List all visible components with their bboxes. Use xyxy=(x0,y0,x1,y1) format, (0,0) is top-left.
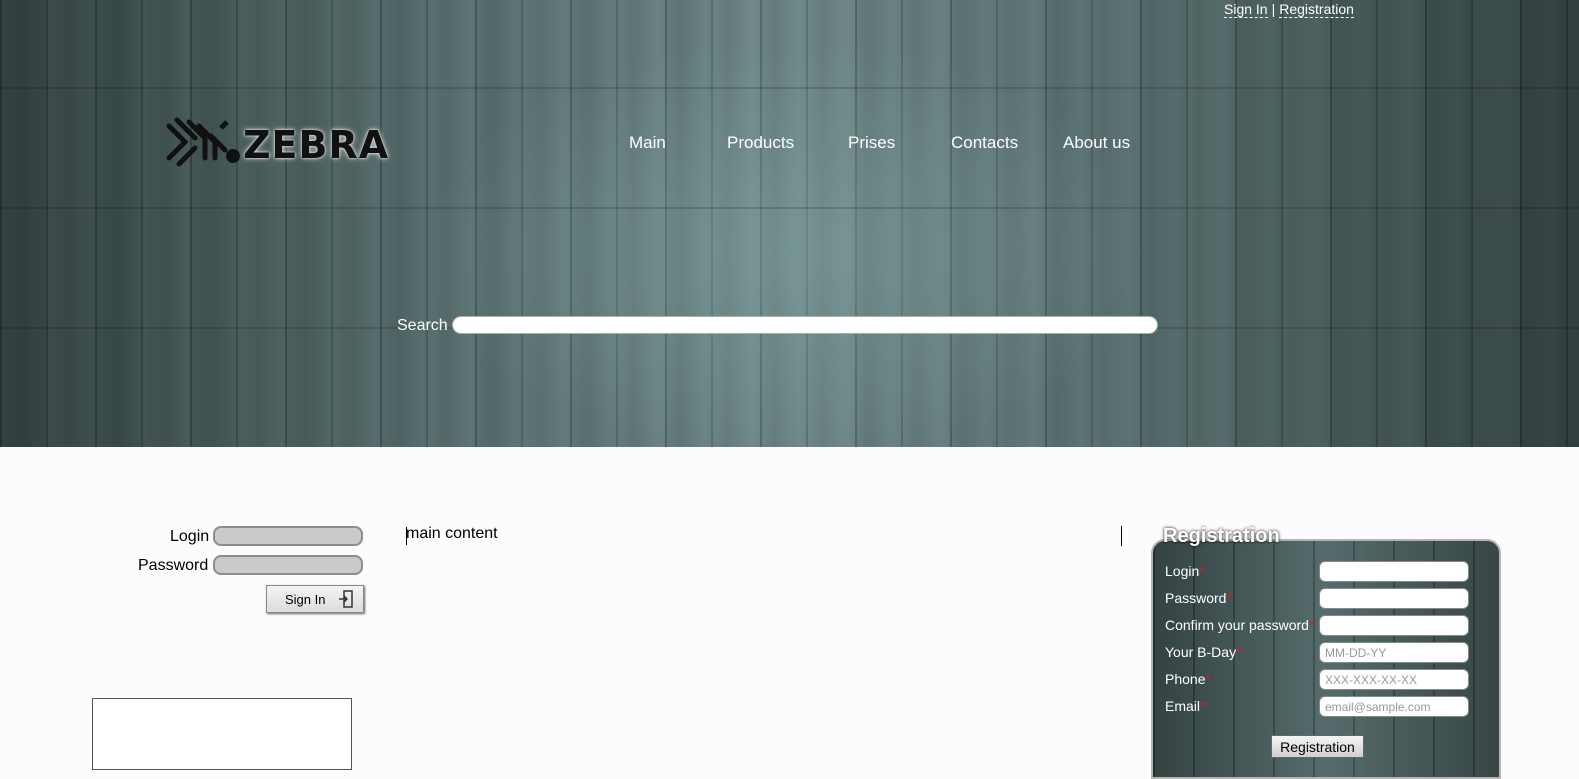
reg-phone-input[interactable] xyxy=(1319,669,1469,690)
reg-email-input[interactable] xyxy=(1319,696,1469,717)
registration-link[interactable]: Registration xyxy=(1279,1,1354,18)
password-input[interactable] xyxy=(213,555,363,575)
zebra-logo[interactable]: ZEBRA xyxy=(165,114,435,176)
header-banner: Sign In | Registration ZEBRA Main Products… xyxy=(0,0,1579,447)
reg-password-input[interactable] xyxy=(1319,588,1469,609)
registration-button[interactable]: Registration xyxy=(1271,735,1364,758)
side-box xyxy=(92,698,352,770)
password-label: Password xyxy=(138,557,209,574)
reg-confirm-input[interactable] xyxy=(1319,615,1469,636)
nav-item-products[interactable]: Products xyxy=(727,133,794,153)
reg-login-label: Login* xyxy=(1165,563,1205,579)
sign-in-button-label: Sign In xyxy=(285,591,326,607)
login-input[interactable] xyxy=(213,526,363,546)
zebra-logo-icon xyxy=(166,117,240,167)
search-input[interactable] xyxy=(452,316,1158,334)
reg-confirm-label: Confirm your password* xyxy=(1165,617,1315,633)
link-separator: | xyxy=(1271,1,1276,17)
login-label: Login xyxy=(170,528,210,545)
search-label: Search xyxy=(397,317,448,334)
reg-phone-label: Phone* xyxy=(1165,671,1211,687)
reg-bday-input[interactable] xyxy=(1319,642,1469,663)
logo-wordmark: ZEBRA xyxy=(243,123,390,167)
reg-password-label: Password* xyxy=(1165,590,1232,606)
reg-email-label: Email* xyxy=(1165,698,1206,714)
sign-in-button[interactable]: Sign In xyxy=(266,585,364,613)
top-auth-links: Sign In | Registration xyxy=(1224,1,1354,18)
sign-in-link[interactable]: Sign In xyxy=(1224,1,1268,18)
reg-bday-label: Your B-Day* xyxy=(1165,644,1242,660)
nav-item-main[interactable]: Main xyxy=(629,133,666,153)
content-divider xyxy=(1121,526,1122,546)
nav-item-contacts[interactable]: Contacts xyxy=(951,133,1018,153)
nav-item-prises[interactable]: Prises xyxy=(848,133,895,153)
registration-title: Registration xyxy=(1163,525,1280,547)
nav-item-about-us[interactable]: About us xyxy=(1063,133,1130,153)
sign-in-icon xyxy=(339,590,354,608)
main-content: main content xyxy=(406,525,498,542)
reg-login-input[interactable] xyxy=(1319,561,1469,582)
